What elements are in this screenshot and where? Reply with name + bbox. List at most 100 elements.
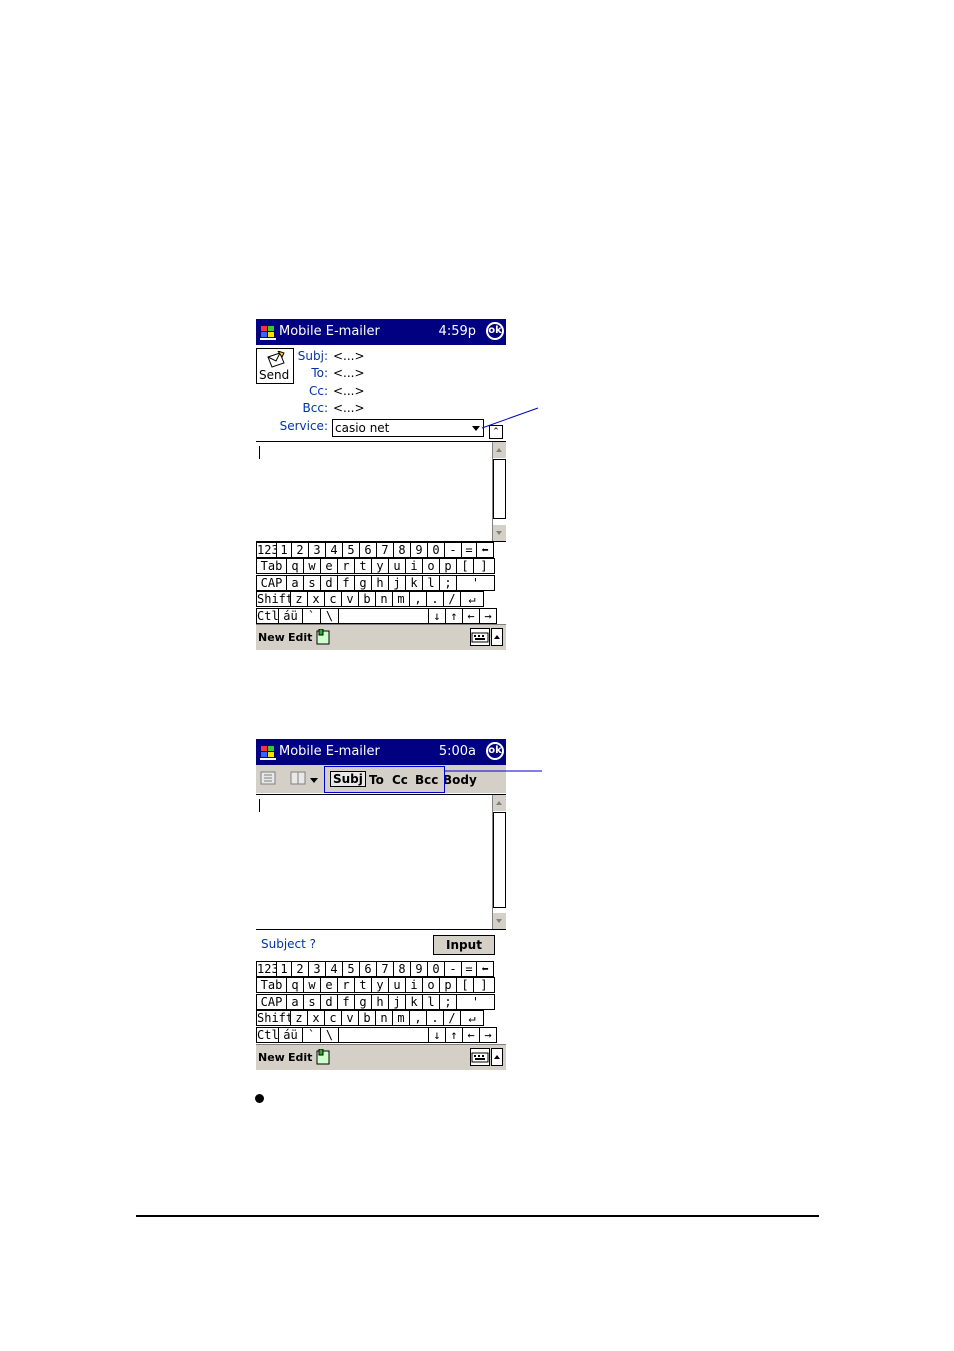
ok-button[interactable]: ok xyxy=(486,322,504,340)
key[interactable]: 2 xyxy=(291,542,309,558)
key[interactable]: 4 xyxy=(325,961,343,977)
subject-value[interactable]: <...> xyxy=(333,349,365,363)
key[interactable]: \ xyxy=(320,1026,339,1043)
input-method-arrow-icon[interactable] xyxy=(491,1048,503,1066)
cc-value[interactable]: <...> xyxy=(333,384,365,398)
key[interactable]: ' xyxy=(456,993,495,1010)
key[interactable]: q xyxy=(286,558,304,575)
cc-row[interactable]: Cc: <...> xyxy=(256,383,506,400)
message-body[interactable] xyxy=(256,441,506,542)
key[interactable]: 123 xyxy=(256,961,277,977)
tab-body[interactable]: Body xyxy=(443,773,477,787)
key[interactable]: 123 xyxy=(256,542,277,558)
key[interactable]: CAP xyxy=(256,993,287,1010)
key[interactable]: w xyxy=(303,977,321,994)
scroll-up-icon[interactable] xyxy=(493,442,506,458)
key[interactable]: áü xyxy=(278,1026,303,1043)
pocket-outlook-icon[interactable] xyxy=(316,1049,330,1065)
key[interactable]: ↓ xyxy=(428,607,446,624)
key[interactable]: m xyxy=(392,1010,410,1027)
key[interactable]: t xyxy=(354,558,372,575)
key[interactable]: Shift xyxy=(256,1010,291,1027)
key[interactable]: 0 xyxy=(427,961,445,977)
key[interactable]: o xyxy=(422,558,440,575)
key[interactable]: , xyxy=(409,591,427,608)
key[interactable]: / xyxy=(443,591,461,608)
key[interactable]: Tab xyxy=(256,558,287,575)
key[interactable]: m xyxy=(392,591,410,608)
key[interactable]: g xyxy=(354,574,372,591)
chevron-down-icon[interactable] xyxy=(310,778,318,783)
key[interactable]: . xyxy=(426,591,444,608)
key[interactable]: ⬅ xyxy=(476,961,494,977)
key[interactable]: u xyxy=(388,558,406,575)
key[interactable]: 7 xyxy=(376,542,394,558)
key[interactable]: v xyxy=(341,1010,359,1027)
key[interactable]: ; xyxy=(439,574,457,591)
key[interactable]: CAP xyxy=(256,574,287,591)
key[interactable]: ] xyxy=(473,977,495,994)
key[interactable]: p xyxy=(439,558,457,575)
key[interactable]: 8 xyxy=(393,542,411,558)
key[interactable]: ; xyxy=(439,993,457,1010)
key[interactable]: y xyxy=(371,977,389,994)
key[interactable]: 7 xyxy=(376,961,394,977)
key[interactable]: → xyxy=(479,607,497,624)
key[interactable]: g xyxy=(354,993,372,1010)
key[interactable]: w xyxy=(303,558,321,575)
key[interactable]: . xyxy=(426,1010,444,1027)
scroll-thumb[interactable] xyxy=(493,459,506,519)
key[interactable]: a xyxy=(286,574,304,591)
key[interactable]: x xyxy=(307,1010,325,1027)
key[interactable]: ↑ xyxy=(445,607,463,624)
key[interactable]: k xyxy=(405,993,423,1010)
key[interactable]: j xyxy=(388,993,406,1010)
key[interactable]: / xyxy=(443,1010,461,1027)
to-value[interactable]: <...> xyxy=(333,366,365,380)
key[interactable]: k xyxy=(405,574,423,591)
key[interactable]: h xyxy=(371,993,389,1010)
key[interactable]: 9 xyxy=(410,542,428,558)
message-body[interactable] xyxy=(256,794,506,930)
key[interactable]: q xyxy=(286,977,304,994)
key[interactable]: l xyxy=(422,993,440,1010)
key[interactable]: e xyxy=(320,977,338,994)
key[interactable]: ` xyxy=(302,1026,321,1043)
key[interactable]: e xyxy=(320,558,338,575)
bcc-row[interactable]: Bcc: <...> xyxy=(256,400,506,417)
input-button[interactable]: Input xyxy=(433,935,495,955)
key[interactable]: i xyxy=(405,558,423,575)
key[interactable]: f xyxy=(337,993,355,1010)
key[interactable]: o xyxy=(422,977,440,994)
key[interactable]: ' xyxy=(456,574,495,591)
input-method-arrow-icon[interactable] xyxy=(491,628,503,646)
keyboard-icon[interactable] xyxy=(470,1048,490,1066)
key[interactable]: s xyxy=(303,574,321,591)
key[interactable]: ` xyxy=(302,607,321,624)
body-scrollbar[interactable] xyxy=(492,442,506,541)
key[interactable]: d xyxy=(320,574,338,591)
key[interactable]: b xyxy=(358,1010,376,1027)
scroll-up-icon[interactable] xyxy=(493,795,506,811)
scroll-thumb[interactable] xyxy=(493,812,506,908)
key[interactable]: ↑ xyxy=(445,1026,463,1043)
key[interactable]: ← xyxy=(462,607,480,624)
key[interactable]: ⬅ xyxy=(476,542,494,558)
key[interactable]: [ xyxy=(456,558,474,575)
key[interactable]: ] xyxy=(473,558,495,575)
key[interactable]: u xyxy=(388,977,406,994)
windows-start-icon[interactable] xyxy=(260,324,276,340)
key[interactable]: t xyxy=(354,977,372,994)
key[interactable]: 0 xyxy=(427,542,445,558)
key[interactable]: j xyxy=(388,574,406,591)
key[interactable]: \ xyxy=(320,607,339,624)
key[interactable]: p xyxy=(439,977,457,994)
key[interactable]: Tab xyxy=(256,977,287,994)
key[interactable]: → xyxy=(479,1026,497,1043)
key[interactable]: h xyxy=(371,574,389,591)
service-dropdown[interactable]: casio net xyxy=(332,419,484,437)
key[interactable]: ↵ xyxy=(460,591,484,608)
key[interactable]: - xyxy=(444,542,462,558)
key[interactable]: Ctl xyxy=(256,607,279,624)
key[interactable] xyxy=(338,607,429,624)
